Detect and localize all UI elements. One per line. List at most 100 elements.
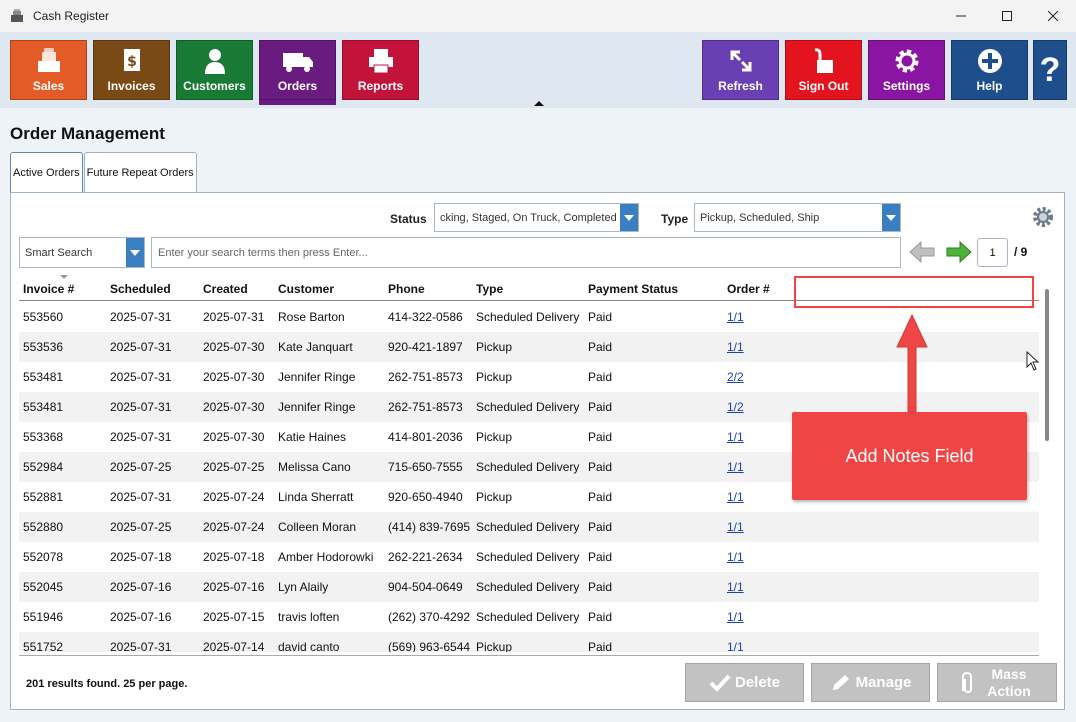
customers-button[interactable]: Customers xyxy=(176,40,253,100)
settings-button[interactable]: Settings xyxy=(868,40,945,100)
maximize-button[interactable] xyxy=(984,0,1030,32)
search-input[interactable]: Enter your search terms then press Enter… xyxy=(151,237,901,268)
column-customer[interactable]: Customer xyxy=(278,282,334,296)
cell-order-number-link[interactable]: 1/2 xyxy=(727,400,744,414)
cell-phone: 262-751-8573 xyxy=(388,370,463,384)
cell-order-number-link[interactable]: 1/1 xyxy=(727,610,744,624)
cell-phone: 920-421-1897 xyxy=(388,340,463,354)
close-button[interactable] xyxy=(1030,0,1076,32)
chevron-down-icon xyxy=(624,214,634,221)
settings-label: Settings xyxy=(882,79,931,93)
invoice-dollar-icon: $ xyxy=(123,49,140,71)
cell-type: Pickup xyxy=(476,640,513,652)
cell-invoice: 552880 xyxy=(23,520,64,534)
close-icon xyxy=(1048,11,1058,21)
smart-search-dropdown-button[interactable] xyxy=(126,238,144,267)
column-scheduled[interactable]: Scheduled xyxy=(110,282,171,296)
type-value: Pickup, Scheduled, Ship xyxy=(700,211,820,224)
cell-phone: 262-221-2634 xyxy=(388,550,463,564)
orders-label: Orders xyxy=(277,79,318,93)
cell-phone: 414-322-0586 xyxy=(388,310,463,324)
cell-order-number-link[interactable]: 1/1 xyxy=(727,550,744,564)
table-row[interactable]: 552045 2025-07-16 2025-07-16 Lyn Alaily 904-… xyxy=(19,572,1039,602)
invoices-button[interactable]: $ Invoices xyxy=(93,40,170,100)
status-dropdown-button[interactable] xyxy=(620,204,638,231)
cell-order-number-link[interactable]: 2/2 xyxy=(727,370,744,384)
column-order-number[interactable]: Order # xyxy=(727,282,770,296)
cell-payment-status: Paid xyxy=(588,430,613,444)
cell-scheduled: 2025-07-31 xyxy=(110,430,172,444)
cell-invoice: 552045 xyxy=(23,580,64,594)
reports-button[interactable]: Reports xyxy=(342,40,419,100)
sales-button[interactable]: Sales xyxy=(10,40,87,100)
table-row[interactable]: 553481 2025-07-31 2025-07-30 Jennifer Ringe… xyxy=(19,362,1039,392)
question-help-button[interactable]: ? xyxy=(1033,40,1067,100)
type-dropdown-button[interactable] xyxy=(882,204,900,231)
cell-scheduled: 2025-07-25 xyxy=(110,460,172,474)
manage-button[interactable]: Manage xyxy=(811,663,930,702)
status-dropdown[interactable]: cking, Staged, On Truck, Completed xyxy=(434,203,639,232)
delete-button[interactable]: Delete xyxy=(685,663,804,702)
tab-future-repeat-orders[interactable]: Future Repeat Orders xyxy=(83,152,197,192)
refresh-button[interactable]: Refresh xyxy=(702,40,779,100)
cell-order-number-link[interactable]: 1/1 xyxy=(727,460,744,474)
table-bottom-divider xyxy=(19,655,1039,656)
maximize-icon xyxy=(1002,11,1012,21)
table-settings-gear-icon[interactable] xyxy=(1031,205,1055,229)
column-phone[interactable]: Phone xyxy=(388,282,425,296)
cell-scheduled: 2025-07-31 xyxy=(110,490,172,504)
mass-action-button[interactable]: Mass Action xyxy=(937,663,1057,702)
orders-button[interactable]: Orders xyxy=(259,40,336,105)
cell-customer: david canto xyxy=(278,640,340,652)
help-button[interactable]: Help xyxy=(951,40,1028,100)
table-row[interactable]: 553536 2025-07-31 2025-07-30 Kate Janquart 9… xyxy=(19,332,1039,362)
tab-active-orders[interactable]: Active Orders xyxy=(10,152,83,193)
smart-search-dropdown[interactable]: Smart Search xyxy=(19,237,145,268)
delete-label: Delete xyxy=(734,674,781,691)
cell-payment-status: Paid xyxy=(588,640,613,652)
next-page-arrow-icon[interactable] xyxy=(946,241,972,263)
table-scrollbar[interactable] xyxy=(1045,289,1049,441)
table-row[interactable]: 551946 2025-07-16 2025-07-15 travis loften (… xyxy=(19,602,1039,632)
table-row[interactable]: 552078 2025-07-18 2025-07-18 Amber Hodorowk… xyxy=(19,542,1039,572)
cell-order-number-link[interactable]: 1/1 xyxy=(727,520,744,534)
manage-label: Manage xyxy=(855,674,912,691)
refresh-label: Refresh xyxy=(718,79,763,93)
column-type[interactable]: Type xyxy=(476,282,503,296)
cell-order-number-link[interactable]: 1/1 xyxy=(727,310,744,324)
plus-circle-icon xyxy=(977,49,1002,73)
table-row[interactable]: 552880 2025-07-25 2025-07-24 Colleen Moran (… xyxy=(19,512,1039,542)
cell-invoice: 552881 xyxy=(23,490,64,504)
cell-scheduled: 2025-07-16 xyxy=(110,610,172,624)
cell-customer: Rose Barton xyxy=(278,310,345,324)
cell-created: 2025-07-25 xyxy=(203,460,265,474)
minimize-button[interactable] xyxy=(938,0,984,32)
cell-type: Pickup xyxy=(476,370,513,384)
cell-order-number-link[interactable]: 1/1 xyxy=(727,340,744,354)
table-row[interactable]: 551752 2025-07-31 2025-07-14 david canto (56… xyxy=(19,632,1039,652)
cell-scheduled: 2025-07-25 xyxy=(110,520,172,534)
cell-customer: Jennifer Ringe xyxy=(278,370,356,384)
type-dropdown[interactable]: Pickup, Scheduled, Ship xyxy=(694,203,901,232)
sign-out-button[interactable]: Sign Out xyxy=(785,40,862,100)
column-created[interactable]: Created xyxy=(203,282,248,296)
cell-order-number-link[interactable]: 1/1 xyxy=(727,490,744,504)
cell-order-number-link[interactable]: 1/1 xyxy=(727,640,744,652)
page-number-input[interactable]: 1 xyxy=(977,238,1008,267)
cell-scheduled: 2025-07-31 xyxy=(110,310,172,324)
previous-page-arrow-icon[interactable] xyxy=(909,241,935,263)
cell-order-number-link[interactable]: 1/1 xyxy=(727,580,744,594)
search-placeholder: Enter your search terms then press Enter… xyxy=(158,246,368,259)
cell-invoice: 551752 xyxy=(23,640,64,652)
cell-order-number-link[interactable]: 1/1 xyxy=(727,430,744,444)
column-invoice[interactable]: Invoice # xyxy=(23,282,74,296)
question-mark-icon: ? xyxy=(1039,50,1061,89)
cell-phone: 414-801-2036 xyxy=(388,430,463,444)
cell-customer: Lyn Alaily xyxy=(278,580,329,594)
cell-phone: (414) 839-7695 xyxy=(388,520,471,534)
toolbar-collapse-caret[interactable] xyxy=(534,101,544,106)
mass-action-label: Mass Action xyxy=(987,665,1031,699)
cell-phone: 262-751-8573 xyxy=(388,400,463,414)
cell-type: Pickup xyxy=(476,340,513,354)
column-payment-status[interactable]: Payment Status xyxy=(588,282,678,296)
